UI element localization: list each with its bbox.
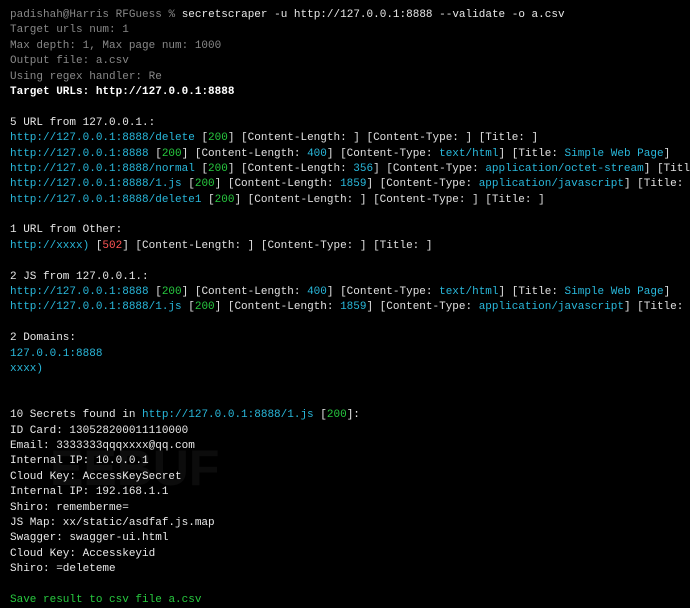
hdr-output-file: Output file: a.csv (10, 54, 680, 69)
domain-entry: xxxx) (10, 362, 680, 377)
secret-entry: Cloud Key: AccessKeySecret (10, 470, 680, 485)
secret-entry: Internal IP: 10.0.0.1 (10, 454, 680, 469)
prompt-line: padishah@Harris RFGuess % secretscraper … (10, 8, 680, 23)
prompt-userhost: padishah@Harris (10, 9, 109, 21)
secret-entry: Shiro: rememberme= (10, 501, 680, 516)
url-entry: http://127.0.0.1:8888 [200] [Content-Len… (10, 147, 680, 162)
section-secrets: 10 Secrets found in http://127.0.0.1:888… (10, 408, 680, 423)
url-entry: http://xxxx) [502] [Content-Length: ] [C… (10, 239, 680, 254)
secret-entry: ID Card: 130528200011110000 (10, 424, 680, 439)
prompt-dir: RFGuess (116, 9, 162, 21)
secret-entry: JS Map: xx/static/asdfaf.js.map (10, 516, 680, 531)
save-result-line: Save result to csv file a.csv (10, 593, 680, 608)
secret-entry: Cloud Key: Accesskeyid (10, 547, 680, 562)
command-text: secretscraper -u http://127.0.0.1:8888 -… (182, 9, 565, 21)
secret-entry: Swagger: swagger-ui.html (10, 531, 680, 546)
secret-entry: Email: 3333333qqqxxxx@qq.com (10, 439, 680, 454)
url-entry: http://127.0.0.1:8888/normal [200] [Cont… (10, 162, 680, 177)
secret-entry: Internal IP: 192.168.1.1 (10, 485, 680, 500)
hdr-target-urls-num: Target urls num: 1 (10, 23, 680, 38)
section-js-from-local: 2 JS from 127.0.0.1.: (10, 270, 680, 285)
terminal-output: padishah@Harris RFGuess % secretscraper … (10, 8, 680, 608)
hdr-regex: Using regex handler: Re (10, 70, 680, 85)
section-domains: 2 Domains: (10, 331, 680, 346)
domain-entry: 127.0.0.1:8888 (10, 347, 680, 362)
url-entry: http://127.0.0.1:8888 [200] [Content-Len… (10, 285, 680, 300)
url-entry: http://127.0.0.1:8888/1.js [200] [Conten… (10, 300, 680, 315)
section-url-from-local: 5 URL from 127.0.0.1.: (10, 116, 680, 131)
url-entry: http://127.0.0.1:8888/delete [200] [Cont… (10, 131, 680, 146)
url-entry: http://127.0.0.1:8888/1.js [200] [Conten… (10, 177, 680, 192)
hdr-depth: Max depth: 1, Max page num: 1000 (10, 39, 680, 54)
section-url-from-other: 1 URL from Other: (10, 223, 680, 238)
hdr-target-urls: Target URLs: http://127.0.0.1:8888 (10, 85, 680, 100)
url-entry: http://127.0.0.1:8888/delete1 [200] [Con… (10, 193, 680, 208)
secret-entry: Shiro: =deleteme (10, 562, 680, 577)
